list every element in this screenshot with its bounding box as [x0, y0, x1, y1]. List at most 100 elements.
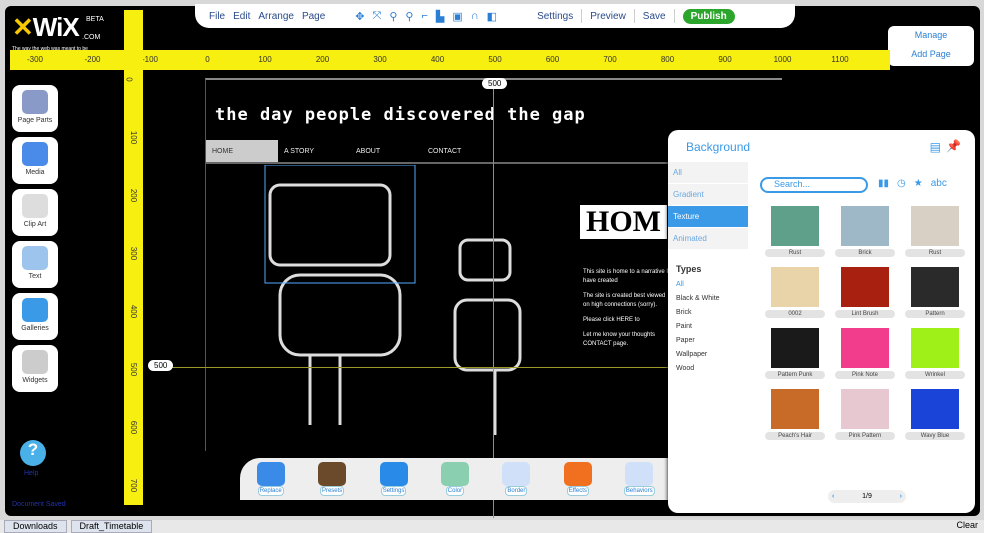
- texture-item[interactable]: Rust: [760, 206, 830, 257]
- category-gradient[interactable]: Gradient: [668, 184, 748, 206]
- texture-thumbnail[interactable]: [841, 389, 889, 429]
- texture-item[interactable]: Pink Note: [830, 328, 900, 379]
- popular-sort-icon[interactable]: ▮▮: [878, 178, 889, 189]
- layers-icon[interactable]: ◧: [487, 10, 497, 23]
- magnet-icon[interactable]: ∩: [471, 10, 479, 22]
- sidebar-page-parts[interactable]: Page Parts: [12, 85, 58, 132]
- texture-item[interactable]: Wavy Blue: [900, 389, 970, 440]
- zoom-out-icon[interactable]: ⚲: [405, 10, 413, 23]
- search-input[interactable]: Search...: [760, 177, 868, 193]
- texture-thumbnail[interactable]: [911, 206, 959, 246]
- tool-presets[interactable]: Presets: [307, 462, 357, 496]
- type-item[interactable]: Wallpaper: [676, 348, 720, 362]
- tool-label: Behaviors: [623, 486, 655, 496]
- help-icon[interactable]: ?: [20, 440, 46, 466]
- texture-item[interactable]: Peach's Hair: [760, 389, 830, 440]
- nav-about[interactable]: ABOUT: [350, 140, 422, 162]
- texture-item[interactable]: Wrinkel: [900, 328, 970, 379]
- help-label[interactable]: Help: [24, 470, 38, 477]
- texture-thumbnail[interactable]: [771, 328, 819, 368]
- texture-item[interactable]: Rust: [900, 206, 970, 257]
- nav-story[interactable]: A STORY: [278, 140, 350, 162]
- layout-icon[interactable]: ▤: [930, 140, 941, 154]
- top-menu-bar: File Edit Arrange Page ✥ ⤧ ⚲ ⚲ ⌐ ▙ ▣ ∩ ◧…: [195, 4, 795, 28]
- zoom-in-icon[interactable]: ⚲: [389, 10, 397, 23]
- nav-home[interactable]: HOME: [206, 140, 278, 162]
- sidebar-galleries[interactable]: Galleries: [12, 293, 58, 340]
- site-nav[interactable]: HOME A STORY ABOUT CONTACT: [206, 140, 676, 164]
- tool-replace[interactable]: Replace: [246, 462, 296, 496]
- vertical-guide[interactable]: [493, 78, 494, 518]
- settings-button[interactable]: Settings: [537, 11, 573, 22]
- category-list: All Gradient Texture Animated: [668, 162, 748, 250]
- texture-item[interactable]: Lint Brush: [830, 267, 900, 318]
- alpha-sort-button[interactable]: abc: [931, 178, 947, 189]
- taskbar-draft-timetable[interactable]: Draft_Timetable: [70, 520, 153, 533]
- texture-thumbnail[interactable]: [771, 267, 819, 307]
- texture-thumbnail[interactable]: [911, 389, 959, 429]
- type-item[interactable]: Paper: [676, 334, 720, 348]
- texture-item[interactable]: Pattern: [900, 267, 970, 318]
- sidebar-text[interactable]: Text: [12, 241, 58, 288]
- next-page-icon[interactable]: ›: [900, 493, 902, 500]
- manage-button[interactable]: Manage: [888, 26, 974, 45]
- publish-button[interactable]: Publish: [682, 8, 735, 24]
- texture-thumbnail[interactable]: [771, 206, 819, 246]
- texture-item[interactable]: 0002: [760, 267, 830, 318]
- texture-thumbnail[interactable]: [841, 267, 889, 307]
- category-texture[interactable]: Texture: [668, 206, 748, 228]
- ruler-tick-label: 600: [545, 55, 560, 64]
- type-item[interactable]: Brick: [676, 306, 720, 320]
- distribute-icon[interactable]: ▙: [436, 10, 444, 23]
- texture-item[interactable]: Pink Pattern: [830, 389, 900, 440]
- guide-marker-top[interactable]: 500: [482, 78, 508, 89]
- texture-thumbnail[interactable]: [911, 328, 959, 368]
- menu-arrange[interactable]: Arrange: [258, 11, 294, 22]
- type-item[interactable]: Wood: [676, 362, 720, 376]
- save-button[interactable]: Save: [643, 11, 666, 22]
- frame-icon[interactable]: ▣: [452, 10, 462, 23]
- texture-item[interactable]: Brick: [830, 206, 900, 257]
- nav-contact[interactable]: CONTACT: [422, 140, 494, 162]
- menu-page[interactable]: Page: [302, 11, 325, 22]
- prev-page-icon[interactable]: ‹: [832, 493, 834, 500]
- align-icon[interactable]: ⌐: [421, 10, 427, 22]
- tool-effects[interactable]: Effects: [553, 462, 603, 496]
- type-item[interactable]: All: [676, 278, 720, 292]
- effects-icon: [563, 462, 592, 486]
- tool-border[interactable]: Border: [491, 462, 541, 496]
- sidebar-clip-art[interactable]: Clip Art: [12, 189, 58, 236]
- type-item[interactable]: Black & White: [676, 292, 720, 306]
- texture-thumbnail[interactable]: [771, 389, 819, 429]
- recent-sort-icon[interactable]: ◷: [897, 178, 906, 189]
- move-icon[interactable]: ✥: [355, 10, 364, 23]
- vertical-ruler[interactable]: 0 100 200 300 400 500 600 700: [124, 10, 143, 505]
- tool-behaviors[interactable]: Behaviors: [614, 462, 664, 496]
- preview-button[interactable]: Preview: [590, 11, 626, 22]
- taskbar-downloads[interactable]: Downloads: [4, 520, 67, 533]
- category-all[interactable]: All: [668, 162, 748, 184]
- type-item[interactable]: Paint: [676, 320, 720, 334]
- texture-thumbnail[interactable]: [841, 206, 889, 246]
- site-title[interactable]: the day people discovered the gap: [215, 105, 586, 125]
- clear-button[interactable]: Clear: [956, 520, 984, 533]
- horizontal-guide[interactable]: [170, 367, 670, 368]
- pin-icon[interactable]: 📌: [946, 139, 961, 153]
- texture-item[interactable]: Pattern Punk: [760, 328, 830, 379]
- guide-marker-left[interactable]: 500: [148, 360, 174, 371]
- sidebar-widgets[interactable]: Widgets: [12, 345, 58, 392]
- texture-thumbnail[interactable]: [911, 267, 959, 307]
- texture-thumbnail[interactable]: [841, 328, 889, 368]
- menu-file[interactable]: File: [209, 11, 225, 22]
- fit-icon[interactable]: ⤧: [373, 10, 382, 23]
- menu-edit[interactable]: Edit: [233, 11, 250, 22]
- robot-drawing[interactable]: [250, 165, 550, 440]
- tool-color[interactable]: Color: [430, 462, 480, 496]
- category-animated[interactable]: Animated: [668, 228, 748, 250]
- home-heading[interactable]: HOM: [580, 205, 667, 239]
- add-page-button[interactable]: Add Page: [888, 45, 974, 64]
- tool-settings[interactable]: Settings: [369, 462, 419, 496]
- bullet-text[interactable]: This site is home to a narrative I have …: [583, 268, 673, 355]
- sidebar-media[interactable]: Media: [12, 137, 58, 184]
- favorite-sort-icon[interactable]: ★: [914, 178, 923, 189]
